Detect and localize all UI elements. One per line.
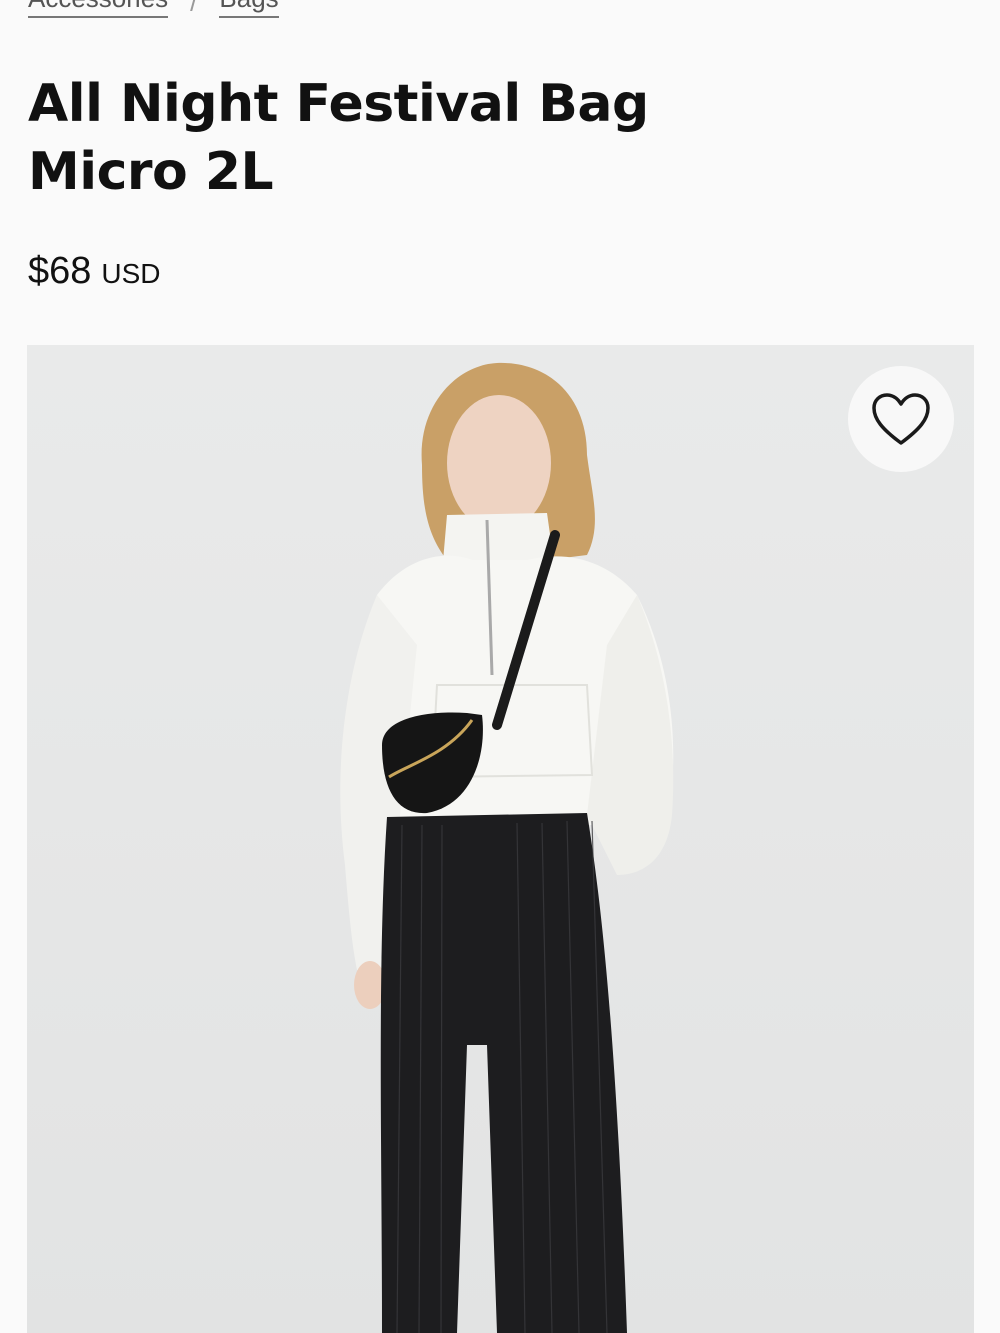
price-amount: $68 [28,250,92,292]
heart-outline-icon [872,393,930,445]
breadcrumb-item-bags[interactable]: Bags [219,0,279,18]
product-title: All Night Festival Bag Micro 2L [28,70,668,206]
price-currency: USD [101,258,161,289]
breadcrumb-separator: / [190,0,198,17]
product-price: $68 USD [28,250,161,293]
product-title-line1: All Night Festival Bag [28,74,649,134]
model-illustration [340,362,674,1333]
wishlist-button[interactable] [848,366,954,472]
product-title-line2: Micro 2L [28,142,274,202]
breadcrumb-item-accessories[interactable]: Accessories [28,0,169,18]
product-image[interactable] [27,345,974,1333]
breadcrumb: Accessories / Bags [28,0,279,18]
